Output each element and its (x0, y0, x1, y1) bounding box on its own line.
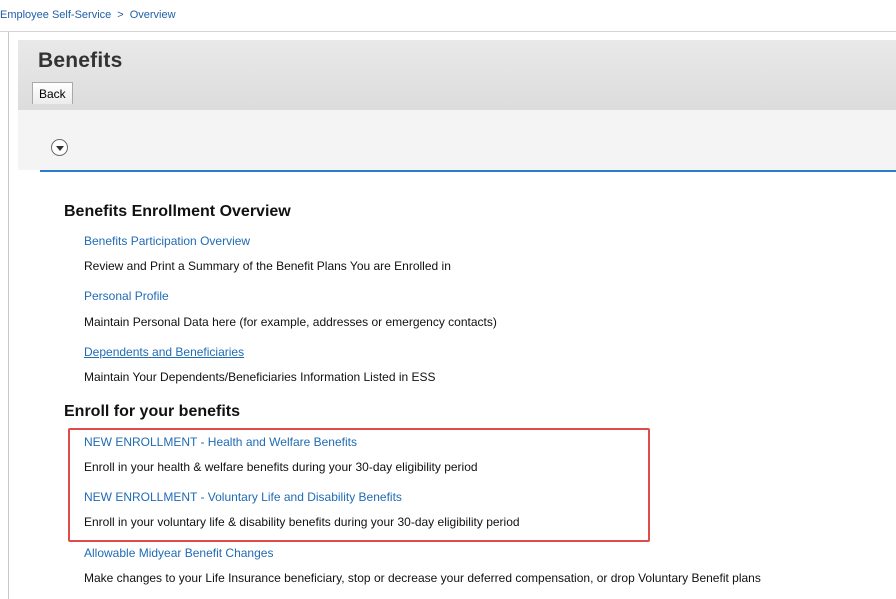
back-button[interactable]: Back (32, 82, 73, 104)
link-dependents-and-beneficiaries[interactable]: Dependents and Beneficiaries (84, 345, 244, 359)
link-personal-profile[interactable]: Personal Profile (84, 289, 169, 303)
description-new-enrollment-voluntary-life-disability: Enroll in your voluntary life & disabili… (84, 515, 520, 529)
page-title: Benefits (38, 49, 123, 72)
collapse-toggle-icon[interactable] (51, 139, 68, 156)
section-heading-enroll: Enroll for your benefits (64, 403, 241, 420)
link-new-enrollment-voluntary-life-disability[interactable]: NEW ENROLLMENT - Voluntary Life and Disa… (84, 490, 402, 504)
breadcrumb-current: Overview (129, 9, 176, 21)
description-new-enrollment-health-welfare: Enroll in your health & welfare benefits… (84, 460, 478, 474)
breadcrumb-separator: > (117, 9, 124, 21)
breadcrumb: Employee Self-Service > Overview (0, 9, 176, 25)
link-allowable-midyear-benefit-changes[interactable]: Allowable Midyear Benefit Changes (84, 546, 273, 560)
description-personal-profile: Maintain Personal Data here (for example… (84, 315, 497, 329)
page-header (18, 40, 896, 110)
breadcrumb-employee-self-service[interactable]: Employee Self-Service (0, 9, 111, 21)
description-allowable-midyear-benefit-changes: Make changes to your Life Insurance bene… (84, 571, 761, 585)
link-new-enrollment-health-welfare[interactable]: NEW ENROLLMENT - Health and Welfare Bene… (84, 435, 357, 449)
section-heading-overview: Benefits Enrollment Overview (64, 203, 291, 220)
description-dependents-and-beneficiaries: Maintain Your Dependents/Beneficiaries I… (84, 370, 436, 384)
link-benefits-participation-overview[interactable]: Benefits Participation Overview (84, 234, 250, 248)
toolbar-area (18, 110, 896, 170)
description-benefits-participation-overview: Review and Print a Summary of the Benefi… (84, 259, 451, 273)
section-divider (40, 170, 896, 172)
